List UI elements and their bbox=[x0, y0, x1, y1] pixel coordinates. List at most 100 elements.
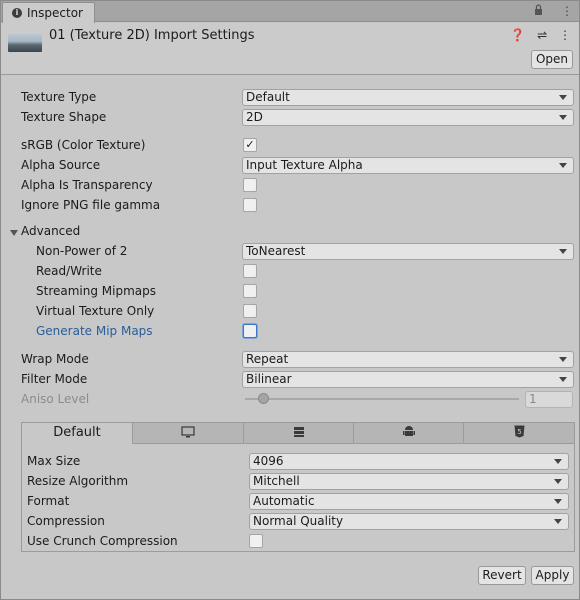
aniso-row: Aniso Level bbox=[21, 391, 221, 409]
filter-mode-value: Bilinear bbox=[246, 372, 292, 386]
streaming-checkbox[interactable] bbox=[243, 284, 257, 298]
inspector-window: i Inspector ⋮ 01 (Texture 2D) Import Set… bbox=[0, 0, 580, 600]
streaming-label: Streaming Mipmaps bbox=[36, 284, 157, 298]
header-icons: ❓ ⇌ ⋮ bbox=[502, 28, 571, 42]
alpha-source-dropdown[interactable]: Input Texture Alpha bbox=[242, 157, 574, 174]
mipmaps-row: Generate Mip Maps bbox=[36, 323, 573, 341]
ignore-png-checkbox[interactable] bbox=[243, 198, 257, 212]
format-dropdown[interactable]: Automatic bbox=[249, 493, 569, 510]
help-icon[interactable]: ❓ bbox=[510, 28, 525, 42]
texture-shape-label: Texture Shape bbox=[21, 110, 107, 124]
srgb-checkbox[interactable]: ✓ bbox=[243, 138, 257, 152]
tab-inspector[interactable]: i Inspector bbox=[2, 2, 95, 23]
virtual-label: Virtual Texture Only bbox=[36, 304, 155, 318]
compression-row: Compression Normal Quality bbox=[27, 513, 571, 531]
platform-settings-panel: Default 5 Max Size 4096 Resize Algorithm… bbox=[21, 422, 575, 552]
tab-default[interactable]: Default bbox=[22, 423, 133, 444]
max-size-row: Max Size 4096 bbox=[27, 453, 571, 471]
crunch-checkbox[interactable] bbox=[249, 534, 263, 548]
compression-value: Normal Quality bbox=[253, 514, 344, 528]
chevron-down-icon bbox=[554, 479, 562, 484]
npot-label: Non-Power of 2 bbox=[36, 244, 128, 258]
webgl-icon: 5 bbox=[514, 425, 524, 438]
more-icon[interactable]: ⋮ bbox=[559, 28, 571, 42]
chevron-down-icon bbox=[559, 115, 567, 120]
wrap-mode-label: Wrap Mode bbox=[21, 352, 89, 366]
npot-row: Non-Power of 2 ToNearest bbox=[36, 243, 574, 261]
alpha-transparency-label: Alpha Is Transparency bbox=[21, 178, 153, 192]
npot-dropdown[interactable]: ToNearest bbox=[242, 243, 574, 260]
tab-standalone[interactable] bbox=[133, 423, 244, 444]
mipmaps-checkbox[interactable] bbox=[243, 324, 257, 338]
monitor-icon bbox=[181, 426, 195, 438]
mipmaps-label: Generate Mip Maps bbox=[36, 324, 153, 338]
chevron-down-icon bbox=[554, 499, 562, 504]
wrap-mode-dropdown[interactable]: Repeat bbox=[242, 351, 574, 368]
aniso-value-field: 1 bbox=[525, 391, 573, 408]
max-size-dropdown[interactable]: 4096 bbox=[249, 453, 569, 470]
chevron-down-icon bbox=[559, 249, 567, 254]
foldout-arrow-icon[interactable] bbox=[10, 230, 18, 236]
svg-text:5: 5 bbox=[517, 428, 521, 436]
format-label: Format bbox=[27, 494, 70, 508]
resize-dropdown[interactable]: Mitchell bbox=[249, 473, 569, 490]
aniso-label: Aniso Level bbox=[21, 392, 90, 406]
srgb-row: sRGB (Color Texture) ✓ bbox=[21, 137, 573, 155]
texture-shape-row: Texture Shape 2D bbox=[21, 109, 574, 127]
max-size-value: 4096 bbox=[253, 454, 284, 468]
read-write-row: Read/Write bbox=[36, 263, 573, 281]
filter-mode-label: Filter Mode bbox=[21, 372, 88, 386]
wrap-mode-value: Repeat bbox=[246, 352, 289, 366]
alpha-source-value: Input Texture Alpha bbox=[246, 158, 363, 172]
alpha-transparency-row: Alpha Is Transparency bbox=[21, 177, 573, 195]
read-write-label: Read/Write bbox=[36, 264, 102, 278]
resize-label: Resize Algorithm bbox=[27, 474, 129, 488]
presets-icon[interactable]: ⇌ bbox=[537, 28, 547, 42]
revert-button[interactable]: Revert bbox=[478, 566, 526, 585]
srgb-label: sRGB (Color Texture) bbox=[21, 138, 146, 152]
ignore-png-label: Ignore PNG file gamma bbox=[21, 198, 161, 212]
aniso-slider-track bbox=[245, 398, 519, 400]
format-value: Automatic bbox=[253, 494, 315, 508]
tab-android[interactable] bbox=[354, 423, 464, 444]
tab-label: Inspector bbox=[27, 6, 83, 20]
tab-webgl[interactable]: 5 bbox=[464, 423, 574, 444]
texture-thumbnail bbox=[8, 34, 42, 52]
ignore-png-row: Ignore PNG file gamma bbox=[21, 197, 573, 215]
chevron-down-icon bbox=[554, 459, 562, 464]
tab-server[interactable] bbox=[244, 423, 354, 444]
more-options-icon[interactable]: ⋮ bbox=[561, 4, 573, 18]
open-button[interactable]: Open bbox=[531, 50, 573, 69]
texture-type-dropdown[interactable]: Default bbox=[242, 89, 574, 106]
apply-button[interactable]: Apply bbox=[531, 566, 574, 585]
chevron-down-icon bbox=[559, 377, 567, 382]
alpha-transparency-checkbox[interactable] bbox=[243, 178, 257, 192]
resize-value: Mitchell bbox=[253, 474, 300, 488]
header-title: 01 (Texture 2D) Import Settings bbox=[49, 28, 255, 43]
platform-tabs: Default 5 bbox=[22, 423, 574, 444]
android-icon bbox=[402, 426, 415, 436]
chevron-down-icon bbox=[554, 519, 562, 524]
texture-type-row: Texture Type Default bbox=[21, 89, 574, 107]
lock-icon[interactable] bbox=[534, 4, 543, 18]
alpha-source-label: Alpha Source bbox=[21, 158, 101, 172]
streaming-row: Streaming Mipmaps bbox=[36, 283, 573, 301]
read-write-checkbox[interactable] bbox=[243, 264, 257, 278]
alpha-source-row: Alpha Source Input Texture Alpha bbox=[21, 157, 574, 175]
virtual-checkbox[interactable] bbox=[243, 304, 257, 318]
filter-mode-dropdown[interactable]: Bilinear bbox=[242, 371, 574, 388]
texture-shape-dropdown[interactable]: 2D bbox=[242, 109, 574, 126]
format-row: Format Automatic bbox=[27, 493, 571, 511]
chevron-down-icon bbox=[559, 95, 567, 100]
info-icon: i bbox=[12, 8, 22, 18]
virtual-row: Virtual Texture Only bbox=[36, 303, 573, 321]
crunch-row: Use Crunch Compression bbox=[27, 533, 571, 551]
advanced-foldout[interactable]: Advanced bbox=[21, 223, 221, 241]
filter-mode-row: Filter Mode Bilinear bbox=[21, 371, 574, 389]
server-icon bbox=[293, 427, 304, 437]
tab-strip: i Inspector ⋮ bbox=[1, 1, 579, 23]
compression-label: Compression bbox=[27, 514, 105, 528]
compression-dropdown[interactable]: Normal Quality bbox=[249, 513, 569, 530]
tab-controls: ⋮ bbox=[520, 4, 573, 18]
crunch-label: Use Crunch Compression bbox=[27, 534, 178, 548]
